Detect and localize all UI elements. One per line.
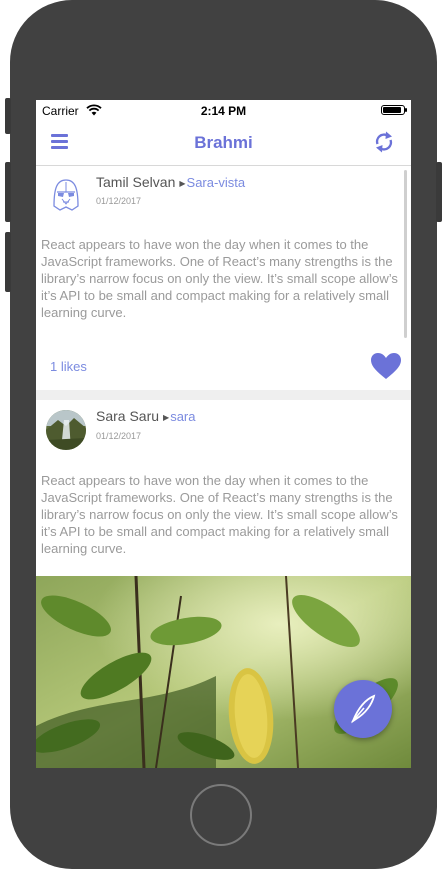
post-date: 01/12/2017 [96, 196, 142, 206]
post-date: 01/12/2017 [96, 431, 142, 441]
author-name[interactable]: Sara Saru [96, 408, 159, 424]
nav-bar: Brahmi [36, 120, 411, 166]
nav-title: Brahmi [194, 133, 253, 152]
volume-up-button [5, 162, 11, 222]
volume-down-button [5, 232, 11, 292]
waterfall-photo-avatar[interactable] [46, 410, 86, 450]
caret-right-icon: ▶ [179, 179, 186, 188]
caret-right-icon: ▶ [163, 413, 170, 422]
darth-vader-avatar-icon[interactable] [46, 174, 86, 214]
battery-level [383, 107, 401, 113]
heart-icon[interactable] [370, 352, 402, 380]
compose-button[interactable] [334, 680, 392, 738]
likes-count[interactable]: 1 likes [50, 359, 87, 374]
scrollbar[interactable] [404, 170, 407, 338]
status-bar: Carrier 2:14 PM [36, 100, 411, 120]
post-card: Tamil Selvan ▶Sara-vista 01/12/2017 React… [36, 166, 411, 390]
post-author-line: Tamil Selvan ▶Sara-vista [96, 174, 245, 190]
author-tag-link[interactable]: Sara-vista [187, 175, 246, 190]
home-button[interactable] [190, 784, 252, 846]
power-button [436, 162, 442, 222]
author-name[interactable]: Tamil Selvan [96, 174, 175, 190]
post-body: React appears to have won the day when i… [41, 237, 398, 320]
app-screen: Carrier 2:14 PM Brahmi Tamil Selvan ▶Sar… [36, 100, 411, 768]
author-tag-link[interactable]: sara [170, 409, 195, 424]
refresh-icon[interactable] [373, 130, 395, 154]
mute-switch [5, 98, 11, 134]
status-time: 2:14 PM [200, 104, 247, 118]
leaves-photo[interactable] [36, 576, 411, 768]
post-body: React appears to have won the day when i… [41, 473, 398, 556]
feather-quill-icon [351, 694, 376, 724]
battery-icon [381, 105, 407, 115]
post-divider [36, 390, 411, 400]
post-author-line: Sara Saru ▶sara [96, 408, 196, 424]
